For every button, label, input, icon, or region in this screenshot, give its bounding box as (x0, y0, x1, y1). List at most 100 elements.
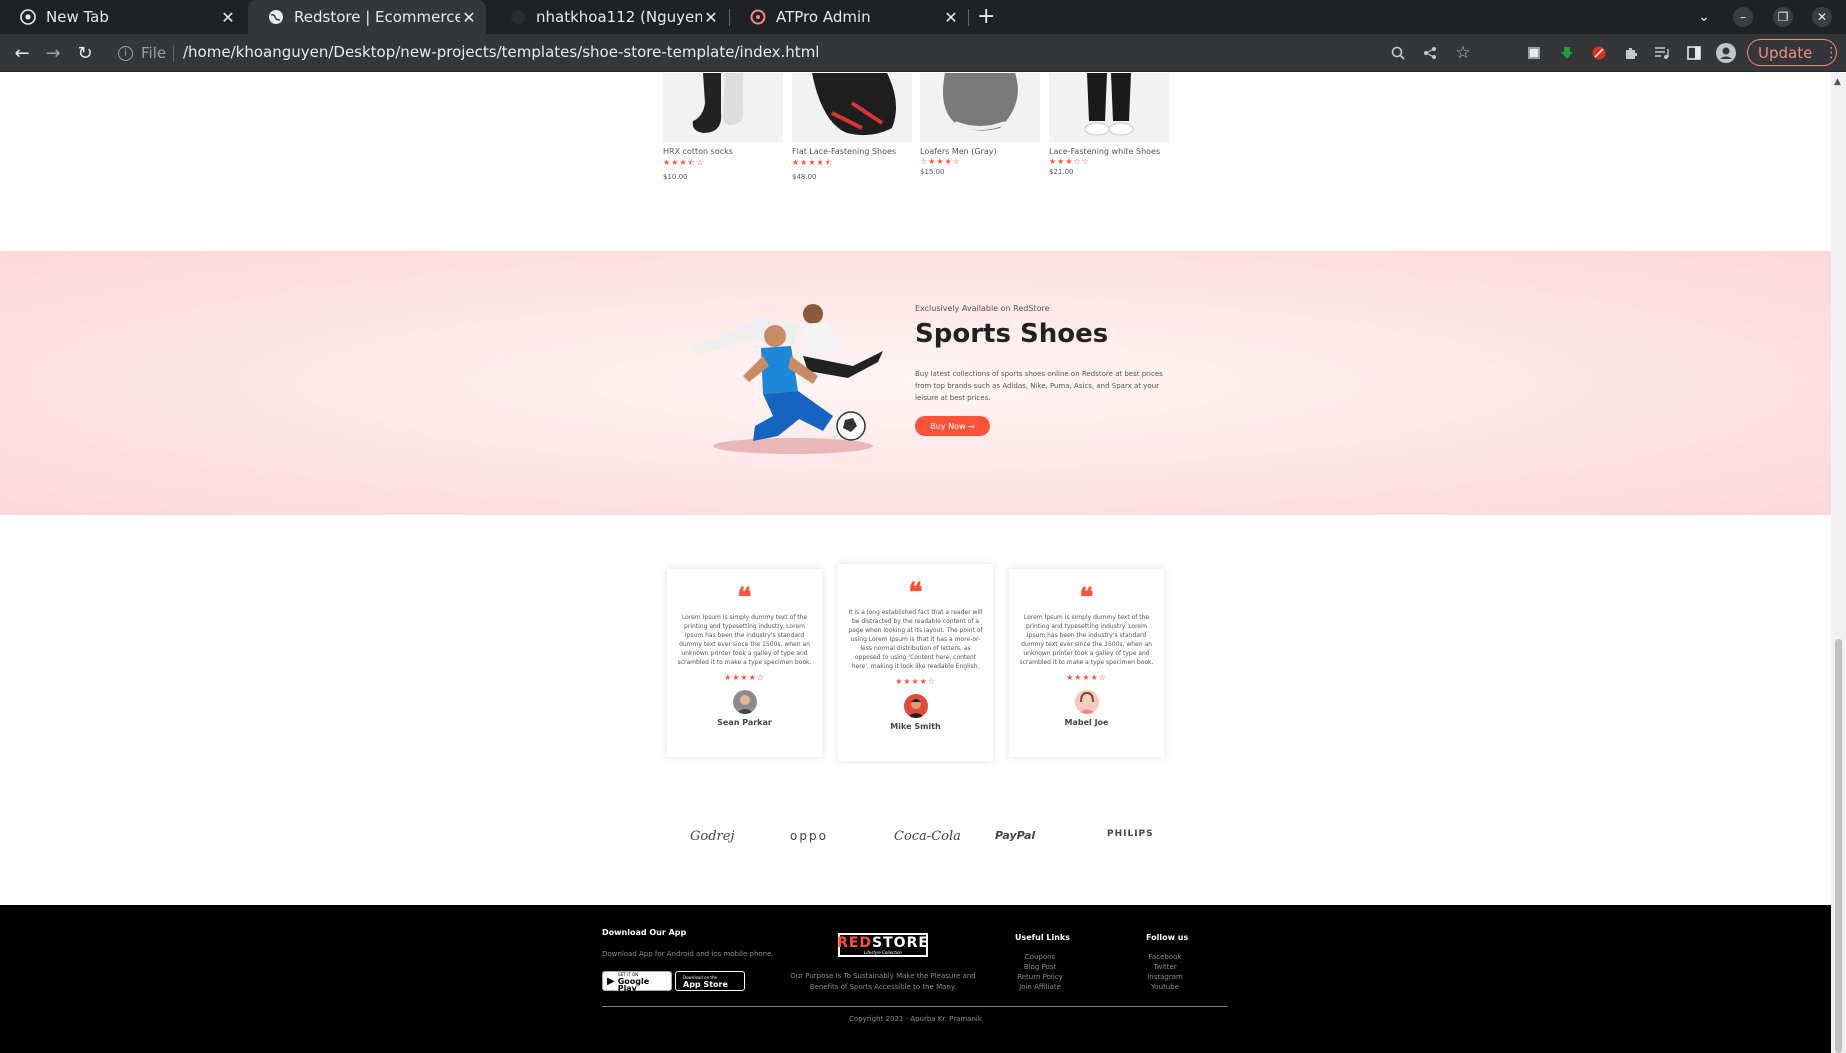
testimonial-card: ❝ Lorem Ipsum is simply dummy text of th… (1009, 569, 1164, 757)
footer-link-coupons[interactable]: Coupons (1012, 952, 1068, 962)
forward-icon[interactable]: → (42, 42, 64, 64)
brand-logo-oppo: oppo (790, 829, 828, 843)
adblock-extension-icon[interactable] (1589, 43, 1609, 63)
media-control-icon[interactable] (1652, 43, 1672, 63)
footer-purpose: Our Purpose Is To Sustainably Make the P… (790, 972, 976, 991)
logo-tagline: Lifestyle Collection (864, 949, 902, 955)
product-image-loafers[interactable] (920, 73, 1040, 142)
footer-link-twitter[interactable]: Twitter (1137, 962, 1193, 972)
close-icon[interactable]: ✕ (702, 8, 720, 27)
menu-dots-icon[interactable]: ⋮ (1824, 45, 1838, 61)
zoom-icon[interactable] (1388, 43, 1408, 63)
avatar (1074, 690, 1099, 714)
share-icon[interactable] (1420, 43, 1440, 63)
product-price: $15.00 (920, 168, 945, 176)
avatar (732, 690, 757, 714)
brand-logo-godrej: Godrej (690, 829, 735, 844)
extension-photo-icon[interactable] (1524, 43, 1544, 63)
footer-link-return-policy[interactable]: Return Policy (1012, 972, 1068, 982)
testimonial-text: Lorem Ipsum is simply dummy text of the … (1019, 614, 1154, 666)
scroll-up-arrow-icon[interactable]: ▲ (1834, 77, 1841, 87)
tab-atpro-admin[interactable]: ATPro Admin ✕ (730, 0, 968, 34)
close-icon[interactable]: ✕ (942, 8, 960, 27)
page-viewport: HRX cotton socks ★★★⯪☆ $10.00 Flat Lace-… (0, 73, 1831, 1053)
new-tab-button[interactable]: + (977, 6, 995, 28)
tab-search-icon[interactable]: ⌄ (1694, 7, 1714, 27)
tab-title: New Tab (46, 8, 109, 26)
footer-link-youtube[interactable]: Youtube (1137, 982, 1193, 992)
product-price: $21.00 (1049, 168, 1074, 176)
avatar (903, 694, 928, 718)
footer-divider (602, 1006, 1228, 1007)
minimize-icon[interactable]: – (1733, 7, 1753, 27)
offer-title: Sports Shoes (915, 319, 1109, 349)
close-icon[interactable]: ✕ (460, 8, 478, 27)
scrollbar-thumb[interactable] (1835, 639, 1842, 1053)
page-scrollbar[interactable]: ▲ (1831, 73, 1846, 1053)
product-image-shoes[interactable] (792, 73, 912, 142)
restore-icon[interactable]: ❐ (1773, 7, 1793, 27)
product-rating: ★★★☆☆ (1049, 157, 1090, 166)
product-image-joggers[interactable] (1049, 73, 1169, 142)
close-window-icon[interactable]: ✕ (1812, 7, 1832, 27)
address-bar[interactable]: /home/khoanguyen/Desktop/new-projects/te… (183, 43, 819, 61)
extensions-puzzle-icon[interactable] (1621, 43, 1641, 63)
tab-redstore[interactable]: Redstore | Ecommerce we ✕ (248, 0, 486, 34)
redstore-logo[interactable]: REDSTORE Lifestyle Collection (837, 933, 929, 957)
product-card[interactable]: Lace-Fastening white Shoes ★★★☆☆ $21.00 (1049, 73, 1169, 176)
testimonial-card: ❝ It is a long established fact that a r… (838, 564, 993, 761)
github-icon (510, 9, 526, 25)
follow-us-title: Follow us (1146, 933, 1189, 942)
tab-github[interactable]: nhatkhoa112 (Nguyen Nh ✕ (490, 0, 728, 34)
follow-links-list: Facebook Twitter Instagram Youtube (1137, 952, 1193, 992)
update-label: Update (1758, 43, 1813, 62)
product-name: Loafers Men (Gray) (920, 147, 997, 156)
product-card[interactable]: HRX cotton socks ★★★⯪☆ $10.00 (663, 73, 783, 181)
back-icon[interactable]: ← (11, 42, 33, 64)
info-icon: i (118, 45, 133, 61)
offer-image-footballers (683, 296, 888, 461)
buy-now-button[interactable]: Buy Now → (915, 416, 990, 436)
logo-red-text: RED (837, 934, 873, 951)
footer-link-blog-post[interactable]: Blog Post (1012, 962, 1068, 972)
footer-link-instagram[interactable]: Instagram (1137, 972, 1193, 982)
product-rating: ★★★★⯪ (792, 158, 834, 167)
product-image-socks[interactable] (663, 73, 783, 142)
product-name: Flat Lace-Fastening Shoes (792, 147, 897, 156)
play-store-icon: ▶ (607, 975, 615, 987)
app-store-button[interactable]: Download on the App Store (675, 971, 745, 991)
testimonial-card: ❝ Lorem Ipsum is simply dummy text of th… (667, 569, 822, 757)
reload-icon[interactable]: ↻ (74, 42, 96, 64)
url-separator (173, 45, 174, 62)
site-info[interactable]: i File (118, 44, 166, 62)
globe-icon (268, 9, 284, 25)
tab-new-tab[interactable]: New Tab ✕ (0, 0, 245, 34)
footer-link-join-affiliate[interactable]: Join Affiliate (1012, 982, 1068, 992)
google-play-button[interactable]: ▶ GET IT ON Google Play (602, 971, 672, 992)
badge-big-text: App Store (683, 980, 728, 989)
url-scheme-label: File (141, 44, 167, 62)
useful-links-title: Useful Links (1015, 933, 1071, 942)
offer-description: Buy latest collections of sports shoes o… (915, 370, 1163, 402)
browser-toolbar: ← → ↻ i File /home/khoanguyen/Desktop/ne… (0, 34, 1846, 72)
quote-icon: ❝ (737, 583, 752, 613)
download-app-text: Download App for Android and ios mobile … (602, 950, 774, 958)
product-name: Lace-Fastening white Shoes (1049, 147, 1161, 156)
copyright-text: Copyright 2021 - Apurba Kr. Pramanik (849, 1015, 982, 1023)
download-extension-icon[interactable] (1557, 43, 1577, 63)
product-card[interactable]: Loafers Men (Gray) ☆★★★☆ $15.00 (920, 73, 1040, 176)
footer-link-facebook[interactable]: Facebook (1137, 952, 1193, 962)
offer-subtitle: Exclusively Available on RedStore (915, 304, 1050, 313)
bookmark-star-icon[interactable]: ☆ (1453, 43, 1473, 63)
logo-white-text: STORE (872, 934, 929, 951)
tab-title: Redstore | Ecommerce we (294, 8, 460, 26)
profile-avatar-icon[interactable] (1716, 43, 1736, 63)
update-button[interactable]: Update ⋮ (1747, 39, 1838, 66)
testimonial-name: Mabel Joe (1064, 718, 1109, 727)
close-icon[interactable]: ✕ (219, 8, 237, 27)
logo-text: REDSTORE (837, 936, 929, 950)
product-card[interactable]: Flat Lace-Fastening Shoes ★★★★⯪ $48.00 (792, 73, 912, 181)
browser-tab-bar: New Tab ✕ Redstore | Ecommerce we ✕ nhat… (0, 0, 1846, 34)
side-panel-icon[interactable] (1684, 43, 1704, 63)
atpro-icon (750, 9, 766, 25)
